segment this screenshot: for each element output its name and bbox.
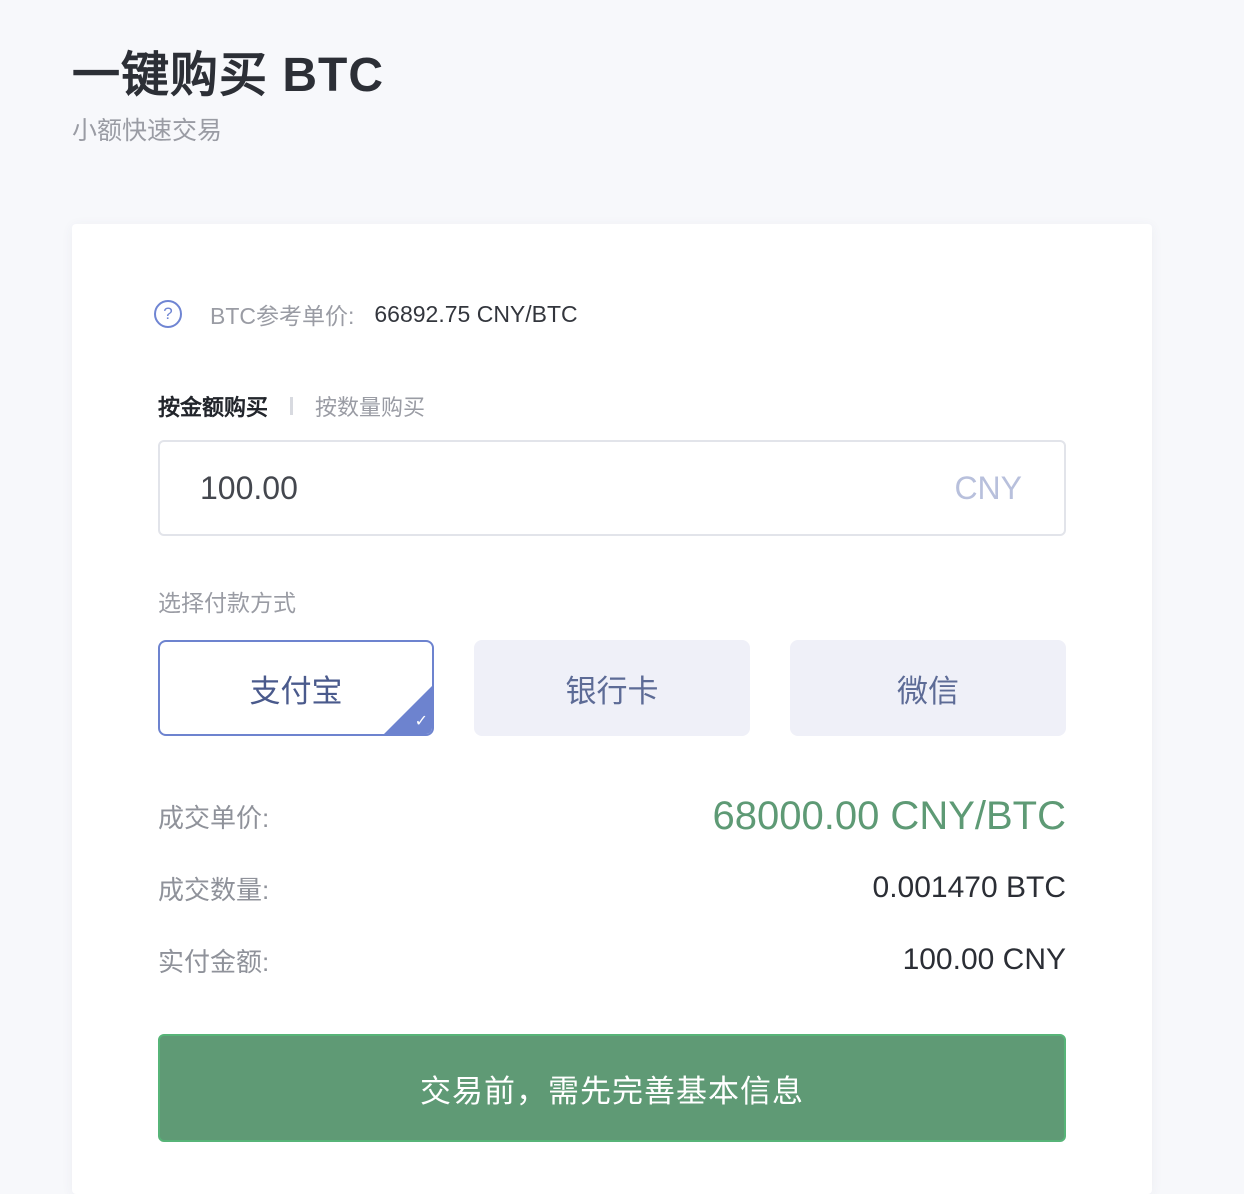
paid-amount-label: 实付金额: xyxy=(158,946,270,977)
payment-option-wechat[interactable]: 微信 xyxy=(790,640,1066,736)
unit-price-label: 成交单价: xyxy=(158,802,270,833)
tab-divider xyxy=(290,397,294,415)
purchase-card: ? BTC参考单价: 66892.75 CNY/BTC 按金额购买 按数量购买 … xyxy=(72,224,1152,1194)
page-title: 一键购买 BTC xyxy=(72,49,384,102)
payment-option-label: 银行卡 xyxy=(565,673,659,709)
payment-option-alipay[interactable]: 支付宝 ✓ xyxy=(158,640,434,736)
purchase-mode-tabs: 按金额购买 按数量购买 xyxy=(158,390,425,422)
paid-amount-value: 100.00 CNY xyxy=(902,943,1066,976)
summary-row-unit-price: 成交单价: 68000.00 CNY/BTC xyxy=(158,780,1066,852)
unit-price-value: 68000.00 CNY/BTC xyxy=(712,793,1066,838)
tab-buy-by-quantity[interactable]: 按数量购买 xyxy=(315,390,425,422)
payment-option-bank-card[interactable]: 银行卡 xyxy=(474,640,750,736)
complete-info-button[interactable]: 交易前，需先完善基本信息 xyxy=(158,1034,1066,1142)
payment-option-label: 微信 xyxy=(897,673,959,709)
payment-method-options: 支付宝 ✓ 银行卡 微信 xyxy=(158,640,1066,736)
reference-price-row: ? BTC参考单价: 66892.75 CNY/BTC xyxy=(154,296,578,332)
check-icon: ✓ xyxy=(414,713,428,730)
amount-unit-label: CNY xyxy=(954,469,1022,506)
payment-method-label: 选择付款方式 xyxy=(158,590,296,616)
quantity-label: 成交数量: xyxy=(158,874,270,905)
page-header: 一键购买 BTC 小额快速交易 xyxy=(72,44,384,148)
reference-price-label: BTC参考单价: xyxy=(210,303,355,329)
amount-input-value[interactable]: 100.00 xyxy=(200,470,298,507)
summary-row-quantity: 成交数量: 0.001470 BTC xyxy=(158,852,1066,924)
quantity-value: 0.001470 BTC xyxy=(872,871,1066,904)
amount-input[interactable]: 100.00 CNY xyxy=(158,440,1066,536)
payment-option-label: 支付宝 xyxy=(249,673,343,709)
help-icon[interactable]: ? xyxy=(154,300,182,328)
reference-price-value: 66892.75 CNY/BTC xyxy=(374,300,578,327)
trade-summary: 成交单价: 68000.00 CNY/BTC 成交数量: 0.001470 BT… xyxy=(158,780,1066,996)
tab-buy-by-amount[interactable]: 按金额购买 xyxy=(158,390,268,422)
summary-row-paid-amount: 实付金额: 100.00 CNY xyxy=(158,924,1066,996)
page-subtitle: 小额快速交易 xyxy=(72,117,223,145)
